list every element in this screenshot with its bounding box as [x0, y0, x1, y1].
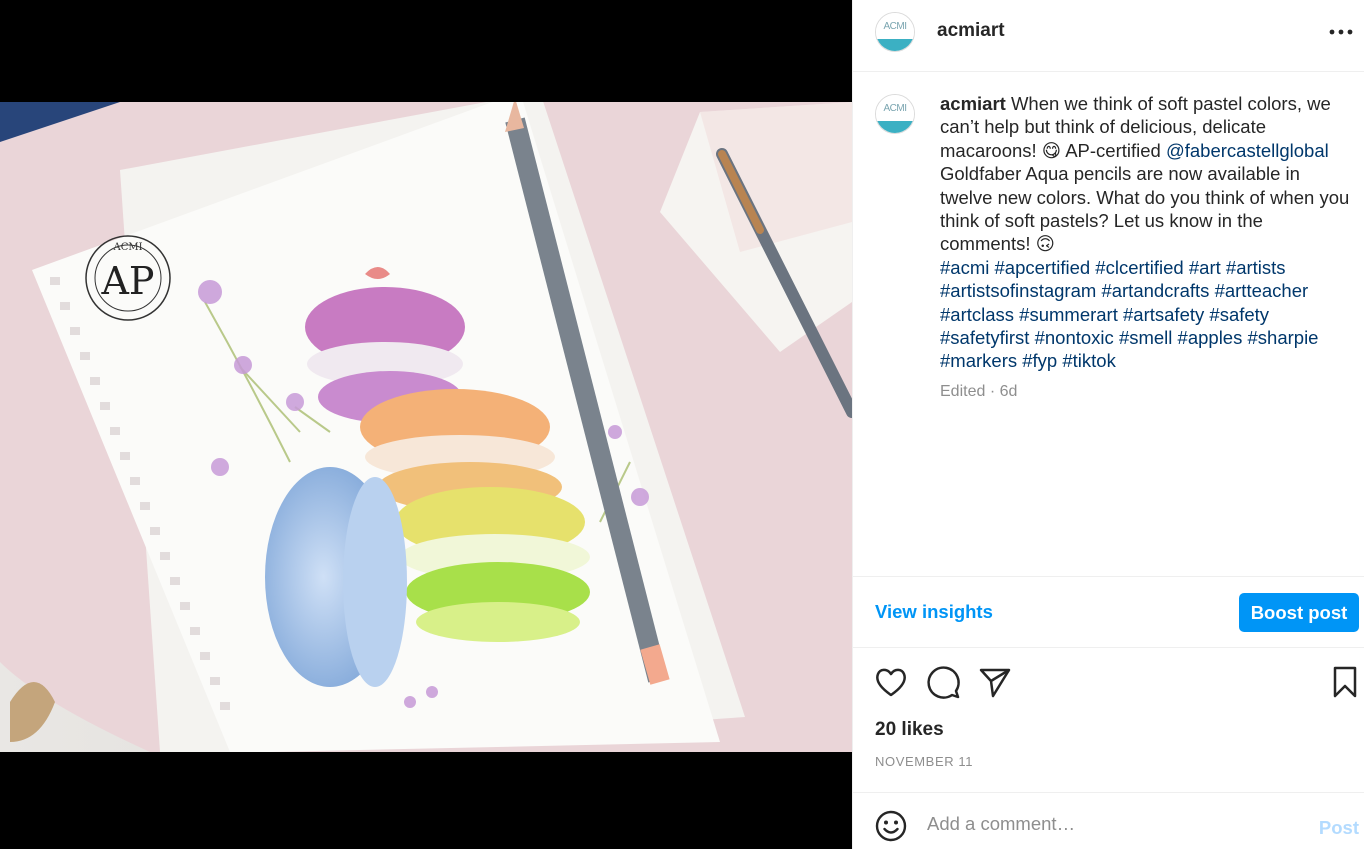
- post-date: NOVEMBER 11: [875, 754, 974, 769]
- post-header: ACMI acmiart: [853, 0, 1364, 72]
- smiley-icon[interactable]: [874, 809, 908, 843]
- mention-link[interactable]: @fabercastellglobal: [1166, 140, 1329, 161]
- comment-icon[interactable]: [925, 664, 961, 700]
- caption-username[interactable]: acmiart: [940, 93, 1006, 114]
- post-comment-button[interactable]: Post: [1319, 817, 1359, 839]
- hashtag-link[interactable]: #artandcrafts: [1101, 280, 1209, 301]
- hashtag-link[interactable]: #safetyfirst: [940, 327, 1029, 348]
- avatar-text: ACMI: [883, 21, 908, 32]
- post-details-panel: ACMI acmiart ACMI acmiart When we think …: [852, 0, 1364, 849]
- post-meta: Edited · 6d: [940, 383, 1018, 400]
- avatar[interactable]: ACMI: [875, 12, 915, 52]
- heart-icon[interactable]: [873, 664, 909, 700]
- insights-row: View insights Boost post: [853, 576, 1364, 648]
- caption-avatar-text: ACMI: [883, 103, 908, 114]
- hashtag-link[interactable]: #sharpie: [1248, 327, 1319, 348]
- more-icon[interactable]: [1327, 18, 1355, 46]
- caption-avatar[interactable]: ACMI: [875, 94, 915, 134]
- hashtag-link[interactable]: #artistsofinstagram: [940, 280, 1096, 301]
- bookmark-icon[interactable]: [1327, 664, 1363, 700]
- hashtag-link[interactable]: #acmi: [940, 257, 989, 278]
- seal-ap-text: AP: [100, 259, 154, 303]
- post-image[interactable]: AP ACMI: [0, 102, 852, 752]
- likes-count[interactable]: 20 likes: [875, 719, 944, 741]
- hashtag-link[interactable]: #smell: [1119, 327, 1172, 348]
- hashtags: #acmi #apcertified #clcertified #art #ar…: [940, 257, 1318, 372]
- hashtag-link[interactable]: #tiktok: [1062, 350, 1115, 371]
- hashtag-link[interactable]: #fyp: [1022, 350, 1057, 371]
- paper-plane-icon[interactable]: [977, 664, 1013, 700]
- hashtag-link[interactable]: #safety: [1209, 304, 1269, 325]
- post-media: AP ACMI: [0, 0, 852, 849]
- hashtag-link[interactable]: #art: [1189, 257, 1221, 278]
- hashtag-link[interactable]: #artists: [1226, 257, 1286, 278]
- caption-section: ACMI acmiart When we think of soft paste…: [853, 72, 1364, 576]
- seal-ring-text: ACMI: [112, 242, 142, 253]
- hashtag-link[interactable]: #summerart: [1019, 304, 1118, 325]
- post-caption: acmiart When we think of soft pastel col…: [940, 92, 1350, 373]
- hashtag-link[interactable]: #nontoxic: [1035, 327, 1114, 348]
- username[interactable]: acmiart: [937, 20, 1005, 42]
- boost-post-button[interactable]: Boost post: [1239, 593, 1359, 632]
- comment-row: Post: [853, 792, 1364, 849]
- hashtag-link[interactable]: #markers: [940, 350, 1017, 371]
- macaron-illustration: AP ACMI: [0, 102, 852, 752]
- hashtag-link[interactable]: #artsafety: [1123, 304, 1204, 325]
- hashtag-link[interactable]: #clcertified: [1095, 257, 1183, 278]
- hashtag-link[interactable]: #artteacher: [1215, 280, 1309, 301]
- hashtag-link[interactable]: #apples: [1178, 327, 1243, 348]
- hashtag-link[interactable]: #artclass: [940, 304, 1014, 325]
- action-bar: [853, 660, 1364, 708]
- view-insights-link[interactable]: View insights: [875, 601, 993, 623]
- comment-input[interactable]: [927, 809, 1287, 839]
- caption-text-2: Goldfaber Aqua pencils are now available…: [940, 163, 1350, 255]
- hashtag-link[interactable]: #apcertified: [995, 257, 1091, 278]
